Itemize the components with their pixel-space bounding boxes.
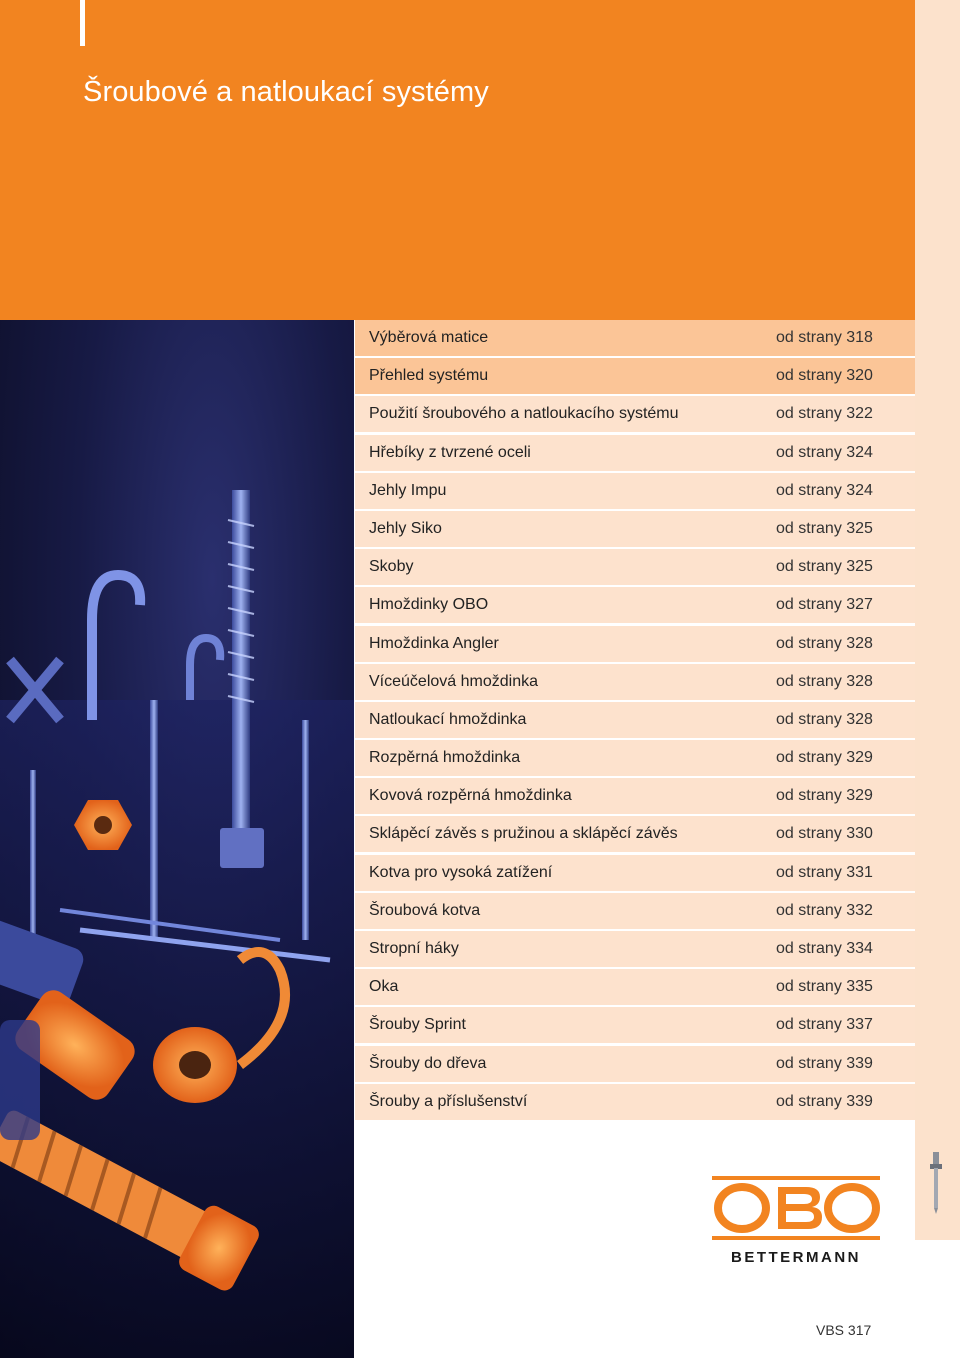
toc-title: Skoby <box>369 558 414 576</box>
toc-page: od strany 324 <box>776 443 873 461</box>
toc-title: Sklápěcí závěs s pružinou a sklápěcí záv… <box>369 825 678 843</box>
toc-page: od strany 337 <box>776 1016 873 1034</box>
toc-row[interactable]: Jehly Siko od strany 325 <box>355 510 915 547</box>
toc-title: Rozpěrná hmoždinka <box>369 749 521 767</box>
toc-page: od strany 328 <box>776 672 873 690</box>
toc-title: Šroubová kotva <box>369 901 481 919</box>
toc-title: Víceúčelová hmoždinka <box>369 672 538 690</box>
toc-title: Stropní háky <box>369 940 459 957</box>
toc-title: Šrouby do dřeva <box>369 1054 487 1072</box>
toc-page: od strany 331 <box>776 863 873 881</box>
toc-page: od strany 329 <box>776 749 873 767</box>
toc-title: Šrouby Sprint <box>369 1016 466 1034</box>
side-strip <box>915 0 960 1240</box>
toc-row[interactable]: Šrouby Sprint od strany 337 <box>355 1007 915 1044</box>
toc-page: od strany 327 <box>776 596 873 614</box>
toc-title: Oka <box>369 978 399 996</box>
toc-row[interactable]: Přehled systému od strany 320 <box>355 358 915 395</box>
screw-icon <box>928 1150 944 1219</box>
toc-row[interactable]: Hmoždinka Angler od strany 328 <box>355 625 915 662</box>
toc-page: od strany 325 <box>776 558 873 576</box>
toc-row[interactable]: Použití šroubového a natloukacího systém… <box>355 396 915 433</box>
toc-page: od strany 328 <box>776 710 873 728</box>
toc-page: od strany 329 <box>776 787 873 805</box>
toc-row[interactable]: Hmoždinky OBO od strany 327 <box>355 587 915 624</box>
toc-title: Kotva pro vysoká zatížení <box>369 863 553 881</box>
toc-page: od strany 328 <box>776 634 873 652</box>
toc-row[interactable]: Šroubová kotva od strany 332 <box>355 892 915 929</box>
toc-row[interactable]: Hřebíky z tvrzené oceli od strany 324 <box>355 434 915 471</box>
toc-row[interactable]: Natloukací hmoždinka od strany 328 <box>355 701 915 738</box>
toc-title: Jehly Impu <box>369 481 447 499</box>
toc-row[interactable]: Víceúčelová hmoždinka od strany 328 <box>355 663 915 700</box>
toc-title: Přehled systému <box>369 367 489 385</box>
toc-row[interactable]: Sklápěcí závěs s pružinou a sklápěcí záv… <box>355 816 915 853</box>
toc-row[interactable]: Skoby od strany 325 <box>355 549 915 586</box>
toc-title: Jehly Siko <box>369 519 442 537</box>
toc-row[interactable]: Kovová rozpěrná hmoždinka od strany 329 <box>355 778 915 815</box>
toc-page: od strany 324 <box>776 481 873 499</box>
toc-row[interactable]: Kotva pro vysoká zatížení od strany 331 <box>355 854 915 891</box>
page-title: Šroubové a natloukací systémy <box>83 76 489 108</box>
toc-page: od strany 320 <box>776 367 873 385</box>
toc-title: Hmoždinky OBO <box>369 596 489 614</box>
toc-row[interactable]: Výběrová matice od strany 318 <box>355 320 915 356</box>
toc-row[interactable]: Oka od strany 335 <box>355 969 915 1006</box>
toc-page: od strany 318 <box>776 329 873 346</box>
banner-accent-bar <box>80 0 85 46</box>
toc-title: Kovová rozpěrná hmoždinka <box>369 787 572 805</box>
toc-page: od strany 334 <box>776 940 873 957</box>
toc-title: Použití šroubového a natloukacího systém… <box>369 405 679 423</box>
obo-logo-mark <box>712 1176 880 1240</box>
toc-title: Výběrová matice <box>369 329 489 346</box>
toc-row[interactable]: Šrouby a příslušenství od strany 339 <box>355 1083 915 1120</box>
toc-title: Hřebíky z tvrzené oceli <box>369 443 531 461</box>
toc-page: od strany 339 <box>776 1054 873 1072</box>
toc-title: Natloukací hmoždinka <box>369 710 527 728</box>
header-banner: Šroubové a natloukací systémy <box>0 0 915 320</box>
obo-bettermann-logo: BETTERMANN <box>712 1176 880 1266</box>
logo-wordmark: BETTERMANN <box>731 1249 861 1266</box>
toc-page: od strany 339 <box>776 1092 873 1110</box>
toc-page: od strany 332 <box>776 901 873 919</box>
toc-page: od strany 335 <box>776 978 873 996</box>
toc-row[interactable]: Jehly Impu od strany 324 <box>355 472 915 509</box>
page-footer-code: VBS 317 <box>816 1322 872 1338</box>
toc-title: Hmoždinka Angler <box>369 634 499 652</box>
toc-row[interactable]: Šrouby do dřeva od strany 339 <box>355 1045 915 1082</box>
toc-row[interactable]: Stropní háky od strany 334 <box>355 931 915 967</box>
table-of-contents: Výběrová matice od strany 318 Přehled sys… <box>355 320 915 1122</box>
toc-title: Šrouby a příslušenství <box>369 1092 528 1110</box>
toc-page: od strany 325 <box>776 519 873 537</box>
toc-row[interactable]: Rozpěrná hmoždinka od strany 329 <box>355 740 915 777</box>
product-photo <box>0 320 354 1358</box>
toc-page: od strany 322 <box>776 405 873 423</box>
toc-page: od strany 330 <box>776 825 873 843</box>
